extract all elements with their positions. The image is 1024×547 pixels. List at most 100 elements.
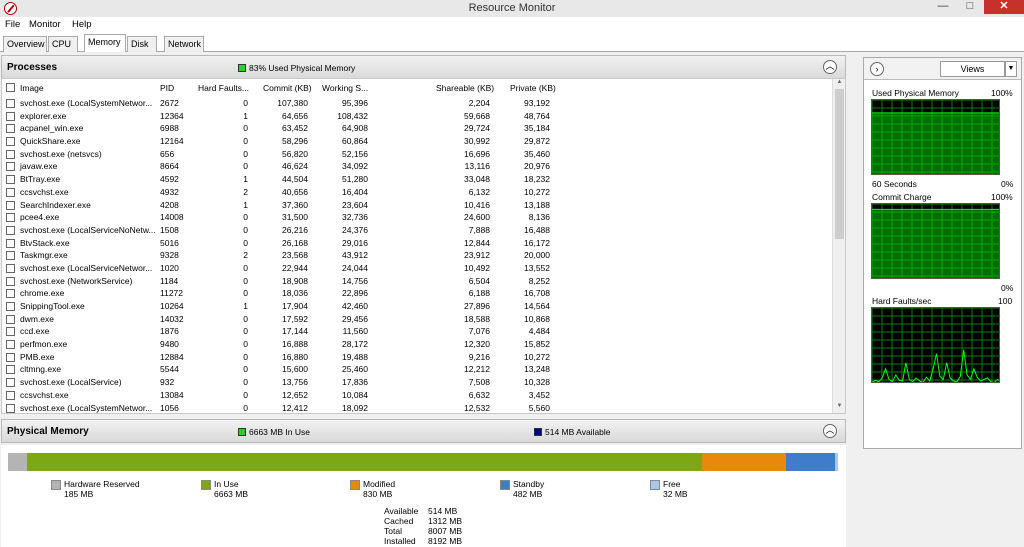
scroll-up-icon[interactable]: ▲ [833,79,846,89]
table-row[interactable]: explorer.exe 12364 1 64,656 108,432 59,668 48,… [2,110,832,123]
select-all-checkbox[interactable] [6,83,15,92]
row-checkbox[interactable] [6,403,15,413]
table-row[interactable]: chrome.exe 11272 0 18,036 22,896 6,188 16,708 [2,287,832,300]
row-checkbox[interactable] [6,276,15,286]
table-row[interactable]: Taskmgr.exe 9328 2 23,568 43,912 23,912 20,000 [2,249,832,262]
table-row[interactable]: svchost.exe (NetworkService) 1184 0 18,908 1… [2,275,832,288]
table-row[interactable]: svchost.exe (LocalServiceNetwor... 1020 0 2… [2,262,832,275]
table-row[interactable]: BtvStack.exe 5016 0 26,168 29,016 12,844 16,17… [2,237,832,250]
table-row[interactable]: SearchIndexer.exe 4208 1 37,360 23,604 10,416… [2,199,832,212]
minimize-button[interactable]: — [930,0,956,14]
table-row[interactable]: perfmon.exe 9480 0 16,888 28,172 12,320 15,852 [2,338,832,351]
table-row[interactable]: javaw.exe 8664 0 46,624 34,092 13,116 20,976 [2,160,832,173]
close-button[interactable]: ✕ [984,0,1024,14]
row-checkbox[interactable] [6,187,15,197]
row-checkbox[interactable] [6,365,15,375]
tab-overview[interactable]: Overview [3,36,47,52]
col-image[interactable]: Image [20,83,44,93]
table-row[interactable]: BtTray.exe 4592 1 44,504 51,280 33,048 18,232 [2,173,832,186]
physical-memory-title: Physical Memory [7,426,89,437]
cell-private: 10,868 [524,313,550,324]
table-row[interactable]: cltmng.exe 5544 0 15,600 25,460 12,212 13,248 [2,363,832,376]
row-checkbox[interactable] [6,149,15,159]
tab-cpu[interactable]: CPU [48,36,78,52]
col-private[interactable]: Private (KB) [510,83,556,93]
row-checkbox[interactable] [6,99,15,108]
col-working-set[interactable]: Working S... [322,83,368,93]
maximize-button[interactable]: □ [957,0,983,14]
table-row[interactable]: acpanel_win.exe 6988 0 63,452 64,908 29,724 35… [2,122,832,135]
collapse-physical-memory-icon[interactable]: ︿ [823,424,837,438]
table-row[interactable]: ccd.exe 1876 0 17,144 11,560 7,076 4,484 [2,325,832,338]
row-checkbox[interactable] [6,124,15,134]
cell-commit: 31,500 [282,212,308,223]
table-row[interactable]: PMB.exe 12884 0 16,880 19,488 9,216 10,272 [2,351,832,364]
row-checkbox[interactable] [6,378,15,388]
cell-hard-faults: 0 [243,275,248,286]
row-checkbox[interactable] [6,314,15,324]
cell-private: 10,272 [524,186,550,197]
row-checkbox[interactable] [6,263,15,273]
table-row[interactable]: ccsvchst.exe 4932 2 40,656 16,404 6,132 10,272 [2,186,832,199]
row-checkbox[interactable] [6,200,15,210]
collapse-processes-icon[interactable]: ︿ [823,60,837,74]
views-dropdown-icon[interactable]: ▼ [1005,61,1017,77]
row-checkbox[interactable] [6,213,15,223]
row-checkbox[interactable] [6,352,15,362]
row-checkbox[interactable] [6,390,15,400]
tab-network[interactable]: Network [164,36,204,52]
graphs-toolbar: › Views ▼ [864,58,1021,80]
table-row[interactable]: svchost.exe (LocalSystemNetwor... 2672 0 10… [2,97,832,110]
tab-disk[interactable]: Disk [127,36,157,52]
col-hard-faults[interactable]: Hard Faults... [198,83,249,93]
processes-header[interactable]: Processes 83% Used Physical Memory ︿ [1,55,846,79]
row-checkbox[interactable] [6,162,15,172]
processes-scrollbar[interactable]: ▲ ▼ [832,79,845,413]
row-checkbox[interactable] [6,302,15,311]
memory-legend-label: In Use [214,479,239,489]
row-checkbox[interactable] [6,111,15,121]
col-commit[interactable]: Commit (KB) [263,83,312,93]
row-checkbox[interactable] [6,225,15,235]
tab-memory[interactable]: Memory [84,34,126,52]
cell-pid: 13084 [160,389,184,400]
row-checkbox[interactable] [6,340,15,350]
table-row[interactable]: svchost.exe (LocalServiceNoNetw... 1508 0 2… [2,224,832,237]
cell-shareable: 12,212 [464,364,490,375]
table-row[interactable]: svchost.exe (netsvcs) 656 0 56,820 52,156 16,… [2,148,832,161]
col-shareable[interactable]: Shareable (KB) [436,83,494,93]
table-row[interactable]: svchost.exe (LocalService) 932 0 13,756 17,8… [2,376,832,389]
physical-memory-header[interactable]: Physical Memory 6663 MB In Use 514 MB Av… [1,419,846,443]
menu-file[interactable]: File [5,19,20,30]
row-checkbox[interactable] [6,327,15,337]
views-button[interactable]: Views [940,61,1005,77]
row-checkbox[interactable] [6,175,15,185]
row-checkbox[interactable] [6,238,15,248]
cell-commit: 16,888 [282,339,308,350]
row-checkbox[interactable] [6,137,15,147]
table-row[interactable]: SnippingTool.exe 10264 1 17,904 42,460 27,896… [2,300,832,313]
row-checkbox[interactable] [6,251,15,261]
cell-private: 8,136 [528,212,550,223]
menu-monitor[interactable]: Monitor [29,19,61,30]
cell-image: SnippingTool.exe [20,301,85,311]
cell-pid: 5016 [160,237,179,248]
table-row[interactable]: QuickShare.exe 12164 0 58,296 60,864 30,992 29… [2,135,832,148]
menu-help[interactable]: Help [72,19,92,30]
row-checkbox[interactable] [6,289,15,299]
cell-shareable: 7,508 [468,377,490,388]
table-row[interactable]: svchost.exe (LocalSystemNetwor... 1056 0 12… [2,402,832,415]
scroll-down-icon[interactable]: ▼ [833,403,846,413]
physical-memory-panel: Hardware Reserved 185 MB In Use 6663 MB Modi… [1,445,846,547]
expand-icon[interactable]: › [870,62,884,76]
scroll-thumb[interactable] [835,89,844,239]
cell-pid: 12884 [160,351,184,362]
cell-pid: 5544 [160,364,179,375]
cell-image: chrome.exe [20,288,65,299]
table-row[interactable]: pcee4.exe 14008 0 31,500 32,736 24,600 8,136 [2,211,832,224]
table-row[interactable]: dwm.exe 14032 0 17,592 29,456 18,588 10,868 [2,313,832,326]
table-row[interactable]: ccsvchst.exe 13084 0 12,652 10,084 6,632 3,452 [2,389,832,402]
processes-table: Image PID Hard Faults... Commit (KB) Wor… [1,78,846,414]
col-pid[interactable]: PID [160,83,174,93]
cell-image: BtTray.exe [20,174,61,185]
